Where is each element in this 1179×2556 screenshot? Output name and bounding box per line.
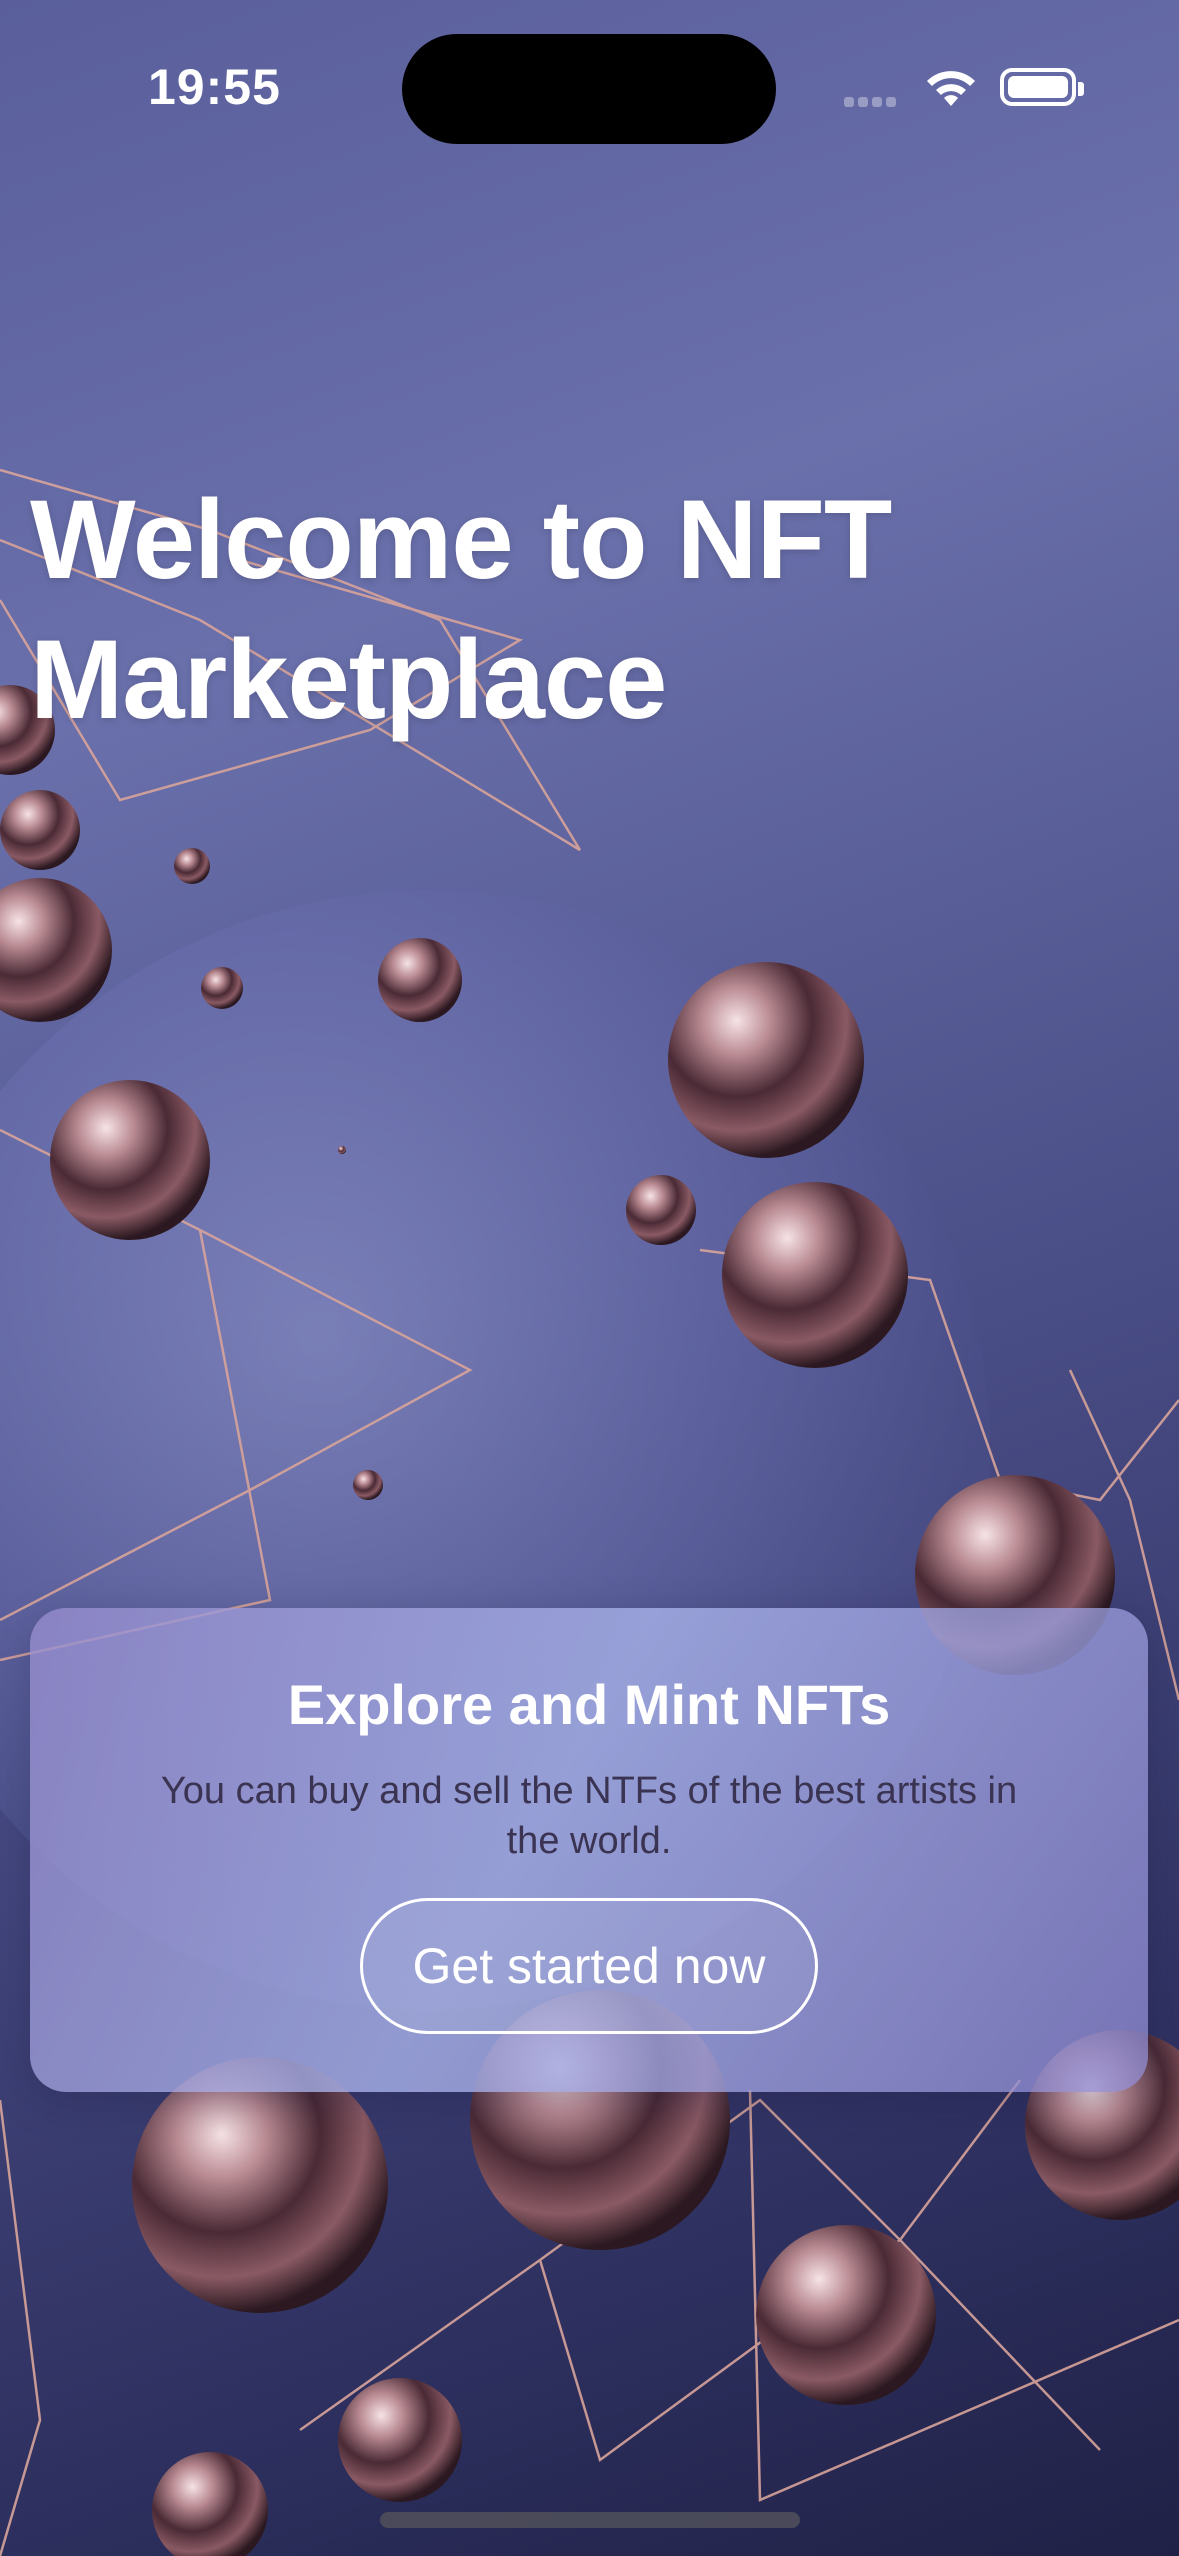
onboarding-card: Explore and Mint NFTs You can buy and se… bbox=[30, 1608, 1148, 2092]
status-time: 19:55 bbox=[148, 59, 281, 115]
wifi-icon bbox=[927, 71, 975, 106]
card-title: Explore and Mint NFTs bbox=[287, 1673, 891, 1736]
card-description: You can buy and sell the NTFs of the bes… bbox=[160, 1770, 1018, 1862]
get-started-button[interactable]: Get started now bbox=[360, 1898, 818, 2034]
home-indicator[interactable] bbox=[380, 2512, 800, 2528]
dynamic-island bbox=[402, 34, 776, 144]
onboarding-screen: 19:55 Welcome to NFT Marketplace Explore… bbox=[0, 0, 1179, 2556]
hero-title: Welcome to NFT Marketplace bbox=[30, 477, 892, 742]
battery-icon bbox=[1000, 68, 1084, 106]
signal-icon bbox=[844, 94, 906, 108]
background-artwork bbox=[0, 468, 1179, 2556]
